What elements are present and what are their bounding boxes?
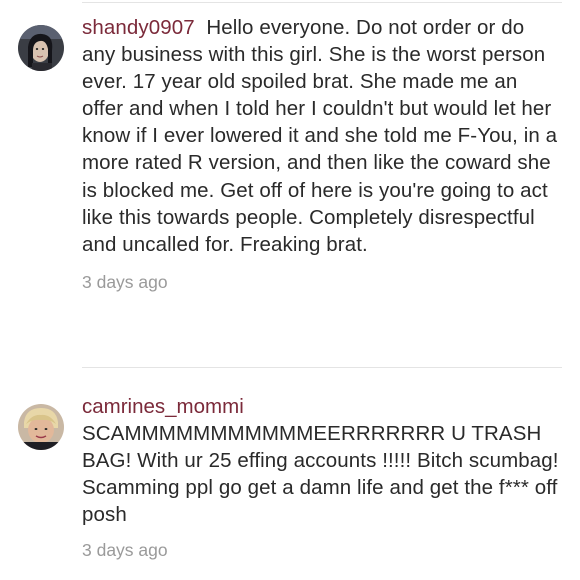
- comment-timestamp: 3 days ago: [82, 540, 168, 561]
- comment-body: shandy0907 Hello everyone. Do not order …: [82, 14, 560, 293]
- comment-message: SCAMMMMMMMMMMMEERRRRRRR U TRASH BAG! Wit…: [82, 422, 559, 527]
- avatar-photo-icon: [18, 404, 64, 450]
- comment-timestamp: 3 days ago: [82, 271, 168, 292]
- user-avatar[interactable]: [18, 25, 64, 71]
- comment-username[interactable]: camrines_mommi: [82, 393, 560, 420]
- comment-message: Hello everyone. Do not order or do any b…: [82, 16, 558, 256]
- comment-username[interactable]: shandy0907: [82, 16, 195, 39]
- avatar-photo-icon: [18, 25, 64, 71]
- comment-divider: [82, 367, 562, 368]
- comment-text: shandy0907 Hello everyone. Do not order …: [82, 14, 560, 258]
- top-divider: [82, 2, 562, 3]
- comment-body: camrines_mommi SCAMMMMMMMMMMMEERRRRRRR U…: [82, 393, 560, 561]
- user-avatar[interactable]: [18, 404, 64, 450]
